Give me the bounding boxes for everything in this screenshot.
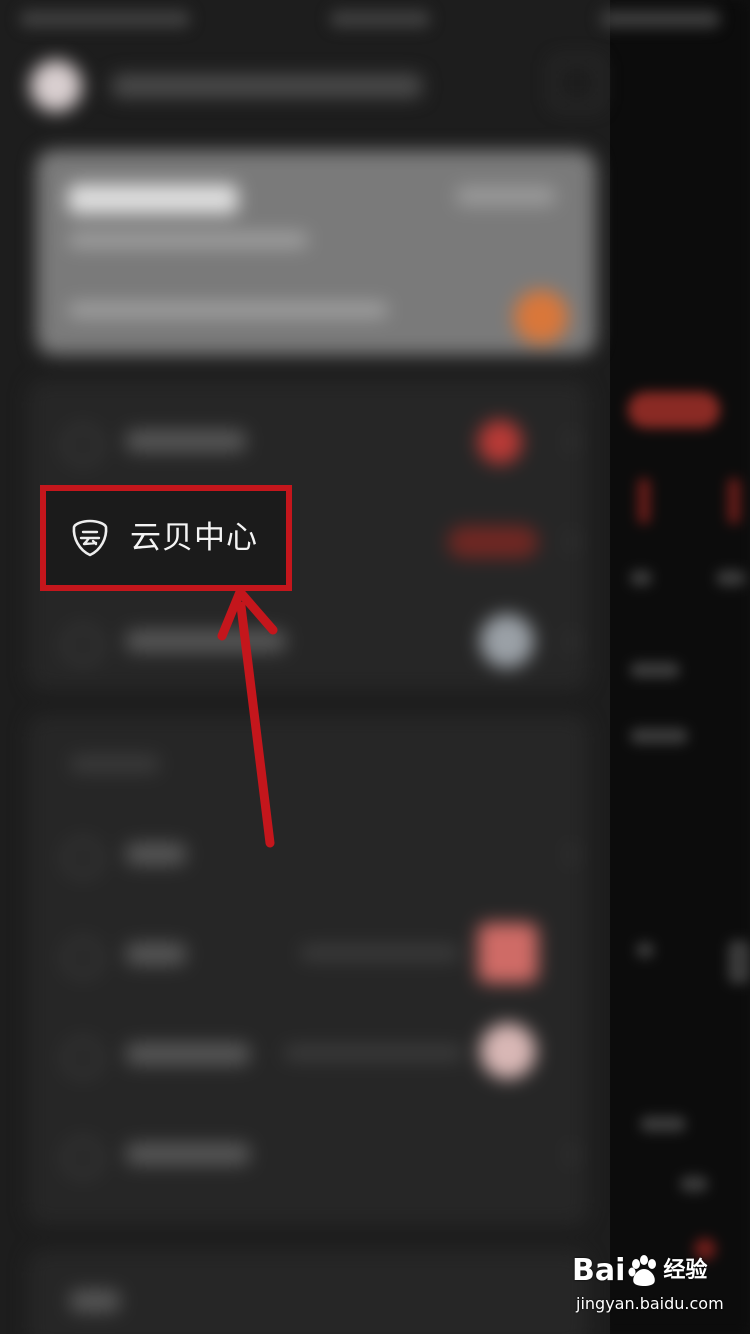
menu-row-label bbox=[126, 1043, 250, 1065]
background-line bbox=[728, 940, 750, 984]
yunbei-center-label: 云贝中心 bbox=[130, 520, 258, 556]
menu-group-bottom bbox=[28, 1250, 588, 1334]
status-time bbox=[330, 10, 430, 28]
background-line bbox=[716, 570, 746, 586]
status-carrier bbox=[20, 10, 190, 28]
yunbei-shield-icon bbox=[72, 519, 108, 557]
background-line bbox=[636, 942, 654, 958]
menu-row-icon bbox=[64, 939, 102, 977]
vip-card-title bbox=[68, 184, 238, 214]
yunbei-center-item[interactable]: 云贝中心 bbox=[70, 513, 258, 563]
watermark-brand-suffix: 经验 bbox=[663, 1258, 708, 1283]
vip-card-link[interactable] bbox=[456, 186, 556, 206]
baidu-paw-icon bbox=[628, 1255, 657, 1286]
menu-group-secondary bbox=[28, 715, 588, 1225]
menu-row-icon bbox=[64, 1139, 102, 1177]
vip-card[interactable] bbox=[36, 150, 596, 355]
watermark-brand-prefix: Bai bbox=[572, 1253, 626, 1288]
drawer-blurred-content bbox=[0, 0, 610, 1334]
background-mark bbox=[638, 478, 650, 524]
menu-row-icon bbox=[64, 1039, 102, 1077]
background-line bbox=[680, 1176, 708, 1192]
background-line bbox=[630, 570, 652, 586]
menu-row-icon bbox=[64, 626, 102, 664]
menu-row[interactable] bbox=[28, 390, 588, 490]
menu-row-badge bbox=[478, 420, 522, 464]
vip-card-badge-icon bbox=[514, 290, 568, 344]
highlight-box: 云贝中心 bbox=[40, 485, 292, 591]
status-bar bbox=[0, 0, 750, 40]
menu-row-label bbox=[126, 1143, 250, 1165]
background-mark bbox=[728, 478, 740, 524]
menu-row-icon bbox=[64, 426, 102, 464]
menu-row[interactable] bbox=[28, 803, 588, 903]
app-screen: 云贝中心 Bai 经验 jingyan.baidu.com bbox=[0, 0, 750, 1334]
avatar[interactable] bbox=[30, 60, 82, 112]
menu-row-label bbox=[126, 943, 186, 965]
vip-card-subtitle bbox=[68, 232, 308, 248]
background-line bbox=[630, 662, 680, 678]
menu-row-thumbnail bbox=[478, 923, 538, 983]
menu-row[interactable] bbox=[28, 1103, 588, 1203]
side-drawer bbox=[0, 0, 610, 1334]
vip-card-description bbox=[68, 302, 388, 318]
menu-row[interactable] bbox=[28, 1003, 588, 1103]
menu-row[interactable] bbox=[28, 903, 588, 1003]
background-page bbox=[600, 0, 750, 1334]
menu-row-thumbnail bbox=[480, 1023, 536, 1079]
menu-row[interactable] bbox=[28, 590, 588, 690]
menu-row-label bbox=[126, 630, 286, 652]
chevron-right-icon bbox=[556, 430, 579, 453]
baidu-jingyan-watermark: Bai 经验 jingyan.baidu.com bbox=[572, 1248, 742, 1320]
chevron-right-icon bbox=[556, 1143, 579, 1166]
menu-row-avatar bbox=[480, 614, 534, 668]
background-pill bbox=[628, 392, 720, 428]
menu-row-label bbox=[126, 430, 246, 452]
menu-row[interactable] bbox=[28, 1250, 588, 1334]
menu-row-icon bbox=[64, 839, 102, 877]
section-title bbox=[70, 755, 160, 773]
menu-row-subtext bbox=[284, 1045, 464, 1061]
chevron-right-icon bbox=[556, 843, 579, 866]
user-name-placeholder[interactable] bbox=[112, 74, 422, 98]
background-line bbox=[630, 728, 688, 744]
menu-row-label bbox=[70, 1290, 120, 1312]
watermark-url: jingyan.baidu.com bbox=[576, 1294, 724, 1313]
chevron-right-icon bbox=[556, 630, 579, 653]
menu-row-badge bbox=[448, 526, 538, 558]
chevron-right-icon bbox=[556, 530, 579, 553]
status-battery bbox=[600, 10, 720, 28]
watermark-brand: Bai 经验 bbox=[572, 1248, 742, 1294]
background-line bbox=[640, 1116, 686, 1132]
menu-row-label bbox=[126, 843, 186, 865]
menu-row-subtext bbox=[300, 945, 460, 961]
scan-icon[interactable] bbox=[552, 58, 602, 108]
